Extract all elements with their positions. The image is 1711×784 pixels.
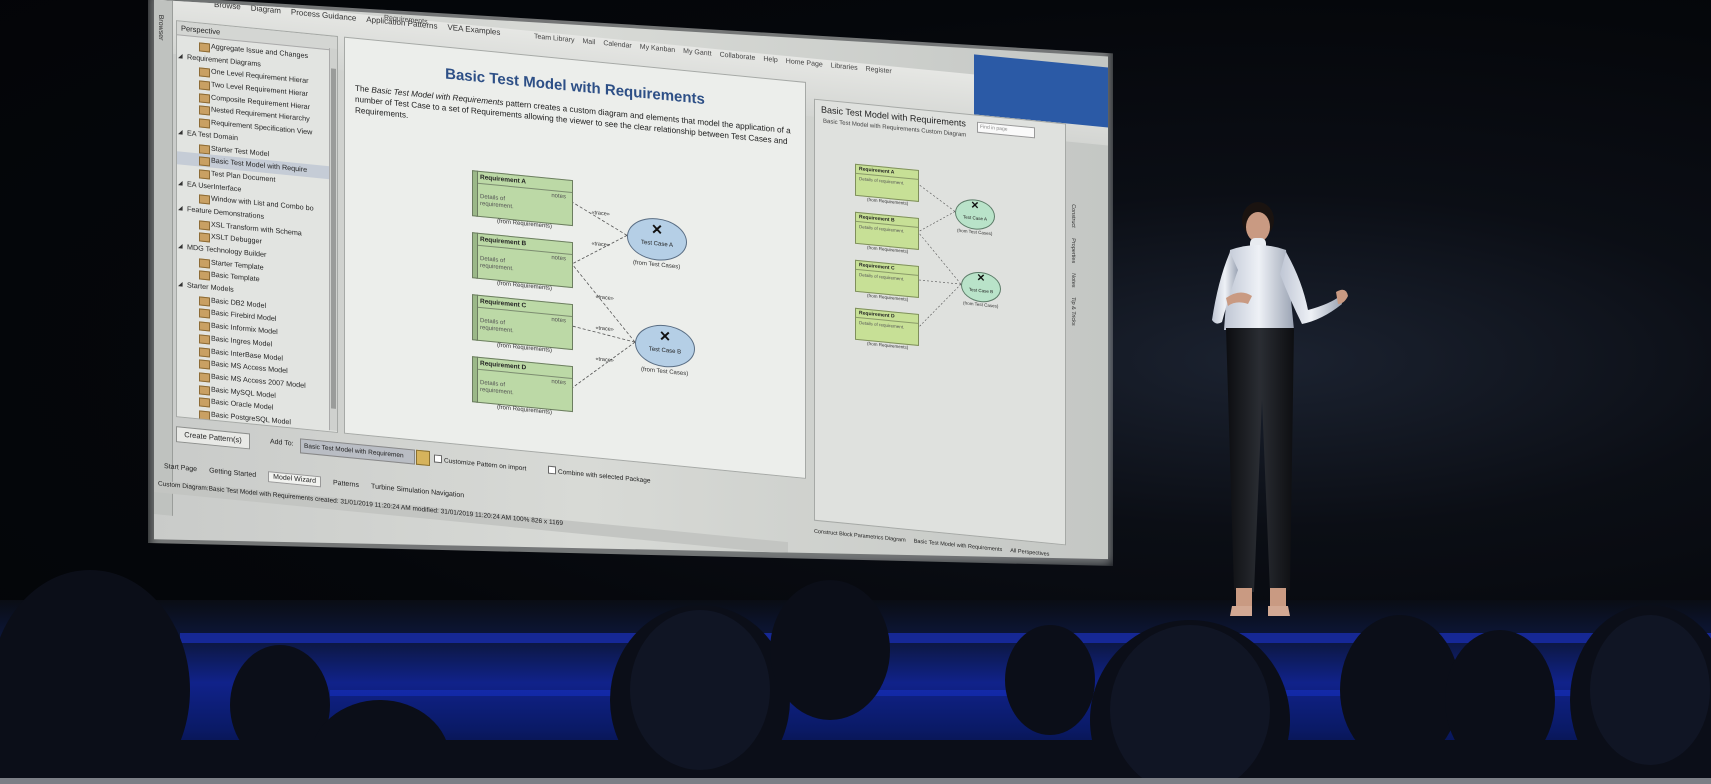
audience-silhouettes [0,570,1711,784]
bottom-frame-bar [0,778,1711,784]
presentation-scene: Browse Diagram Process Guidance Application… [0,0,1711,784]
